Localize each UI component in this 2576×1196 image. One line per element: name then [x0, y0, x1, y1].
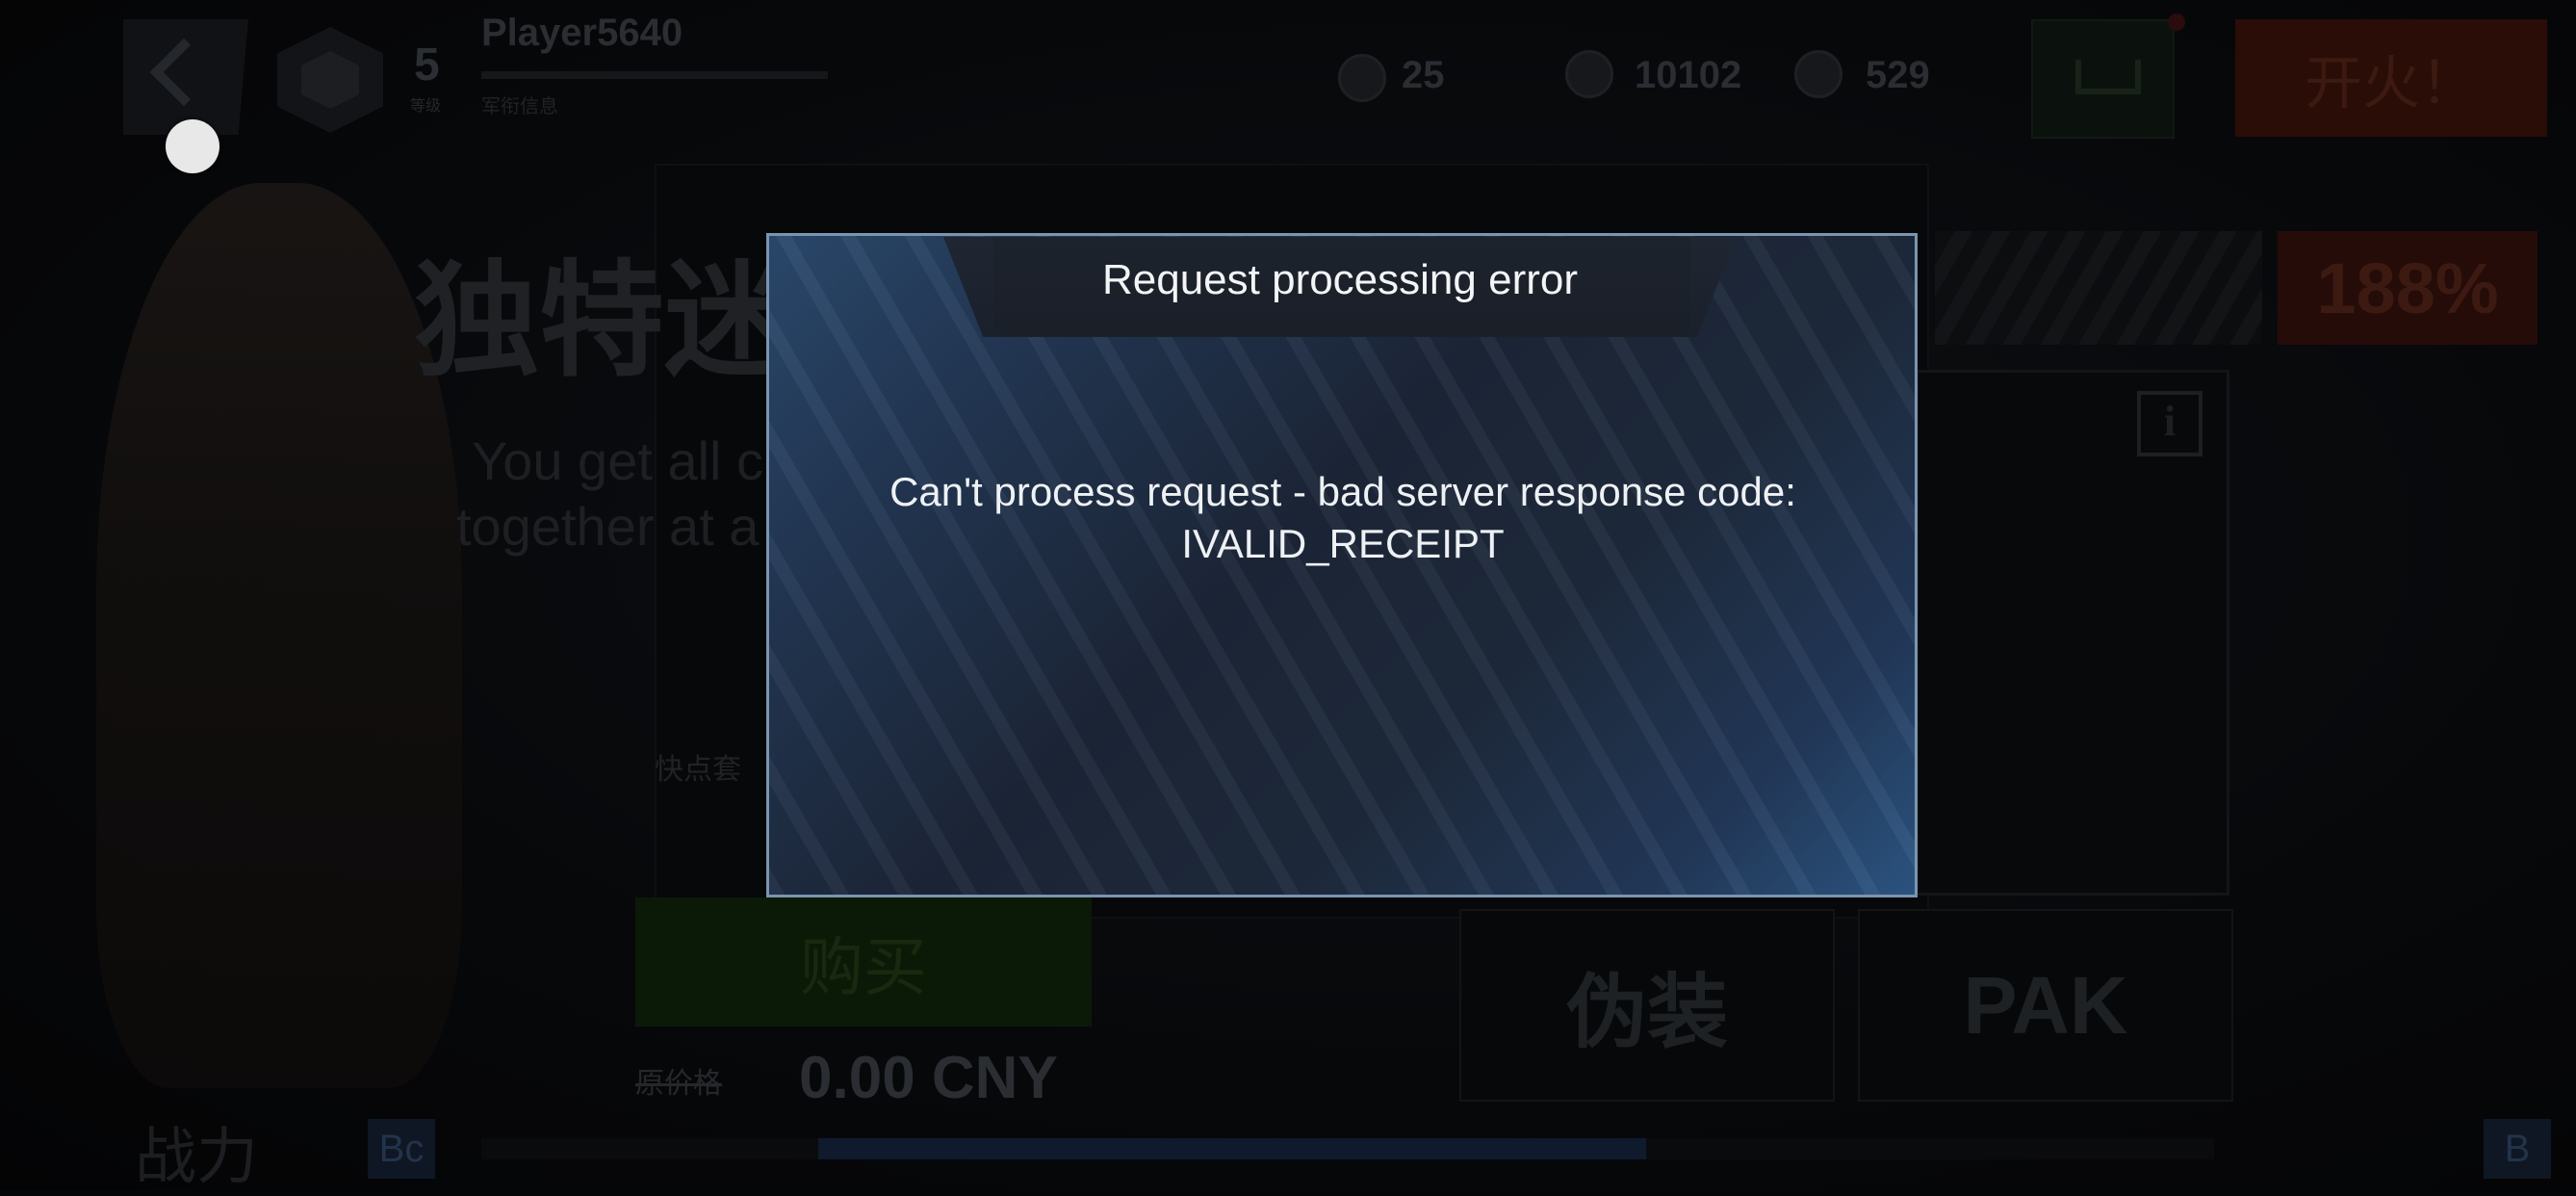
player-subtitle: 军衔信息: [481, 96, 558, 117]
gold-icon: [1794, 50, 1842, 98]
bullet-icon: [1338, 54, 1386, 102]
touch-cursor-icon: [166, 119, 219, 173]
dialog-message-line2: IVALID_RECEIPT: [1181, 521, 1505, 566]
level-caption: 等级: [410, 98, 442, 115]
price: 0.00 CNY: [799, 1045, 1058, 1111]
dialog-message: Can't process request - bad server respo…: [789, 466, 1896, 570]
power-end-badge: B: [2484, 1119, 2551, 1179]
info-icon[interactable]: [2137, 391, 2202, 456]
xp-bar: [481, 71, 828, 79]
offer-title: 独特迷: [414, 250, 790, 391]
player-name: Player5640: [481, 12, 683, 54]
power-progress-fill: [818, 1138, 1646, 1159]
old-price: 原价格: [635, 1068, 722, 1100]
discount-badge: 188%: [2278, 231, 2537, 345]
tab-camo[interactable]: 伪装: [1459, 909, 1835, 1102]
fire-button[interactable]: 开火！: [2235, 19, 2547, 137]
shop-cart-button[interactable]: [2031, 19, 2175, 139]
power-label: 战力: [135, 1122, 258, 1191]
dialog-message-line1: Can't process request - bad server respo…: [889, 469, 1796, 514]
coin-count: 10102: [1635, 54, 1742, 96]
power-badge: Bc: [368, 1119, 435, 1179]
notification-dot: [2168, 13, 2185, 31]
cart-icon: [2075, 60, 2141, 94]
back-button[interactable]: [123, 19, 248, 135]
bullet-count: 25: [1402, 54, 1445, 96]
offer-desc-line2: together at a: [456, 496, 760, 557]
coin-icon: [1565, 50, 1613, 98]
gold-count: 529: [1866, 54, 1930, 96]
dialog-title: Request processing error: [1101, 256, 1578, 303]
discount-stripes: [1935, 231, 2262, 345]
player-level: 5: [414, 39, 440, 91]
chevron-left-icon: [149, 38, 219, 107]
offer-desc-line1: You get all c: [472, 430, 764, 491]
buy-button[interactable]: 购买: [635, 897, 1092, 1027]
quick-text: 快点套: [655, 754, 741, 786]
tab-pak[interactable]: PAK: [1858, 909, 2233, 1102]
character-portrait: [96, 183, 462, 1088]
